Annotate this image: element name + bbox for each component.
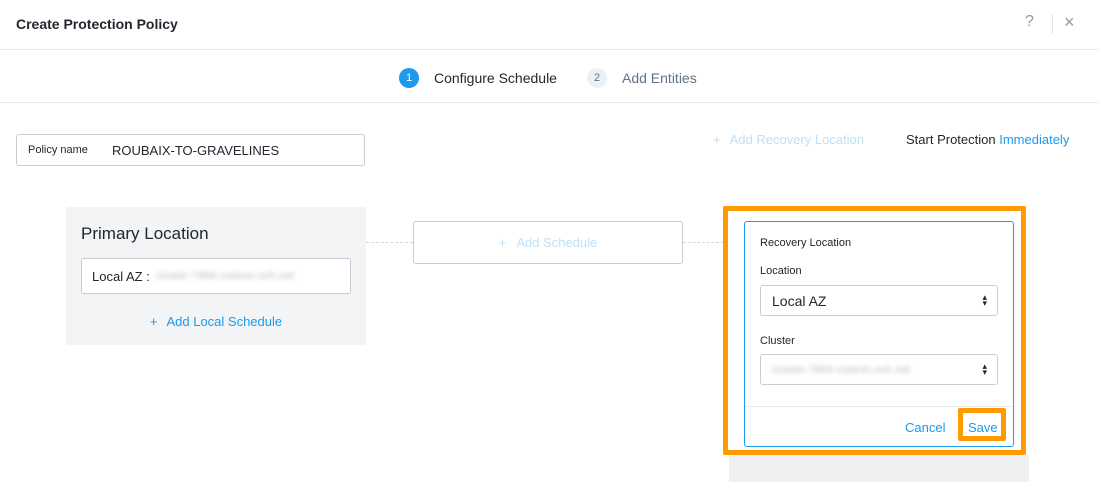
step-add-entities[interactable]: 2 Add Entities: [587, 68, 697, 88]
policy-name-label: Policy name: [28, 144, 88, 156]
dialog-title: Create Protection Policy: [16, 16, 178, 32]
start-protection-immediately-link[interactable]: Immediately: [999, 132, 1069, 147]
select-arrows-icon: ▴ ▾: [982, 292, 987, 308]
primary-az-box: Local AZ : cluster-7869.nutanix.ovh.net: [81, 258, 351, 294]
cluster-select[interactable]: cluster-7869.nutanix.ovh.net ▴ ▾: [760, 354, 998, 385]
location-label: Location: [760, 265, 802, 277]
close-icon[interactable]: ×: [1064, 12, 1075, 33]
add-recovery-location-button[interactable]: + Add Recovery Location: [713, 132, 864, 147]
policy-name-input[interactable]: [112, 142, 352, 158]
plus-icon: +: [713, 132, 721, 147]
connector-line: [683, 242, 724, 243]
dialog-header: Create Protection Policy ? ×: [0, 0, 1098, 50]
save-highlight-frame: [958, 408, 1006, 441]
connector-line: [366, 242, 413, 243]
add-schedule-label: Add Schedule: [516, 235, 598, 250]
plus-icon: +: [149, 314, 158, 329]
start-protection: Start Protection Immediately: [906, 132, 1069, 147]
card-shadow: [729, 455, 1029, 482]
location-select-value: Local AZ: [772, 292, 827, 309]
step-number: 2: [587, 68, 607, 88]
step-number: 1: [399, 68, 419, 88]
cluster-select-value: cluster-7869.nutanix.ovh.net: [772, 363, 911, 376]
location-select[interactable]: Local AZ ▴ ▾: [760, 285, 998, 316]
add-schedule-button[interactable]: + Add Schedule: [413, 221, 683, 264]
cancel-button[interactable]: Cancel: [905, 420, 945, 435]
primary-location-card: Primary Location Local AZ : cluster-7869…: [66, 207, 366, 345]
header-divider: [1052, 14, 1053, 34]
step-configure-schedule[interactable]: 1 Configure Schedule: [399, 68, 557, 88]
add-recovery-location-label: Add Recovery Location: [729, 132, 865, 147]
cluster-label: Cluster: [760, 335, 795, 347]
add-local-schedule-button[interactable]: + Add Local Schedule: [66, 314, 366, 329]
select-arrows-icon: ▴ ▾: [982, 361, 987, 377]
step-label: Add Entities: [622, 70, 697, 86]
add-local-schedule-label: Add Local Schedule: [166, 314, 283, 329]
policy-name-field[interactable]: Policy name: [16, 134, 365, 166]
card-footer-divider: [745, 406, 1013, 407]
help-icon[interactable]: ?: [1025, 13, 1034, 31]
start-protection-label: Start Protection: [906, 132, 996, 147]
wizard-steps: 1 Configure Schedule 2 Add Entities: [0, 51, 1098, 103]
primary-location-title: Primary Location: [81, 224, 209, 243]
recovery-location-title: Recovery Location: [760, 237, 852, 249]
primary-az-label: Local AZ :: [92, 268, 150, 284]
step-label: Configure Schedule: [434, 70, 557, 86]
primary-az-value: cluster-7869.nutanix.ovh.net: [155, 270, 295, 282]
plus-icon: +: [498, 235, 507, 250]
